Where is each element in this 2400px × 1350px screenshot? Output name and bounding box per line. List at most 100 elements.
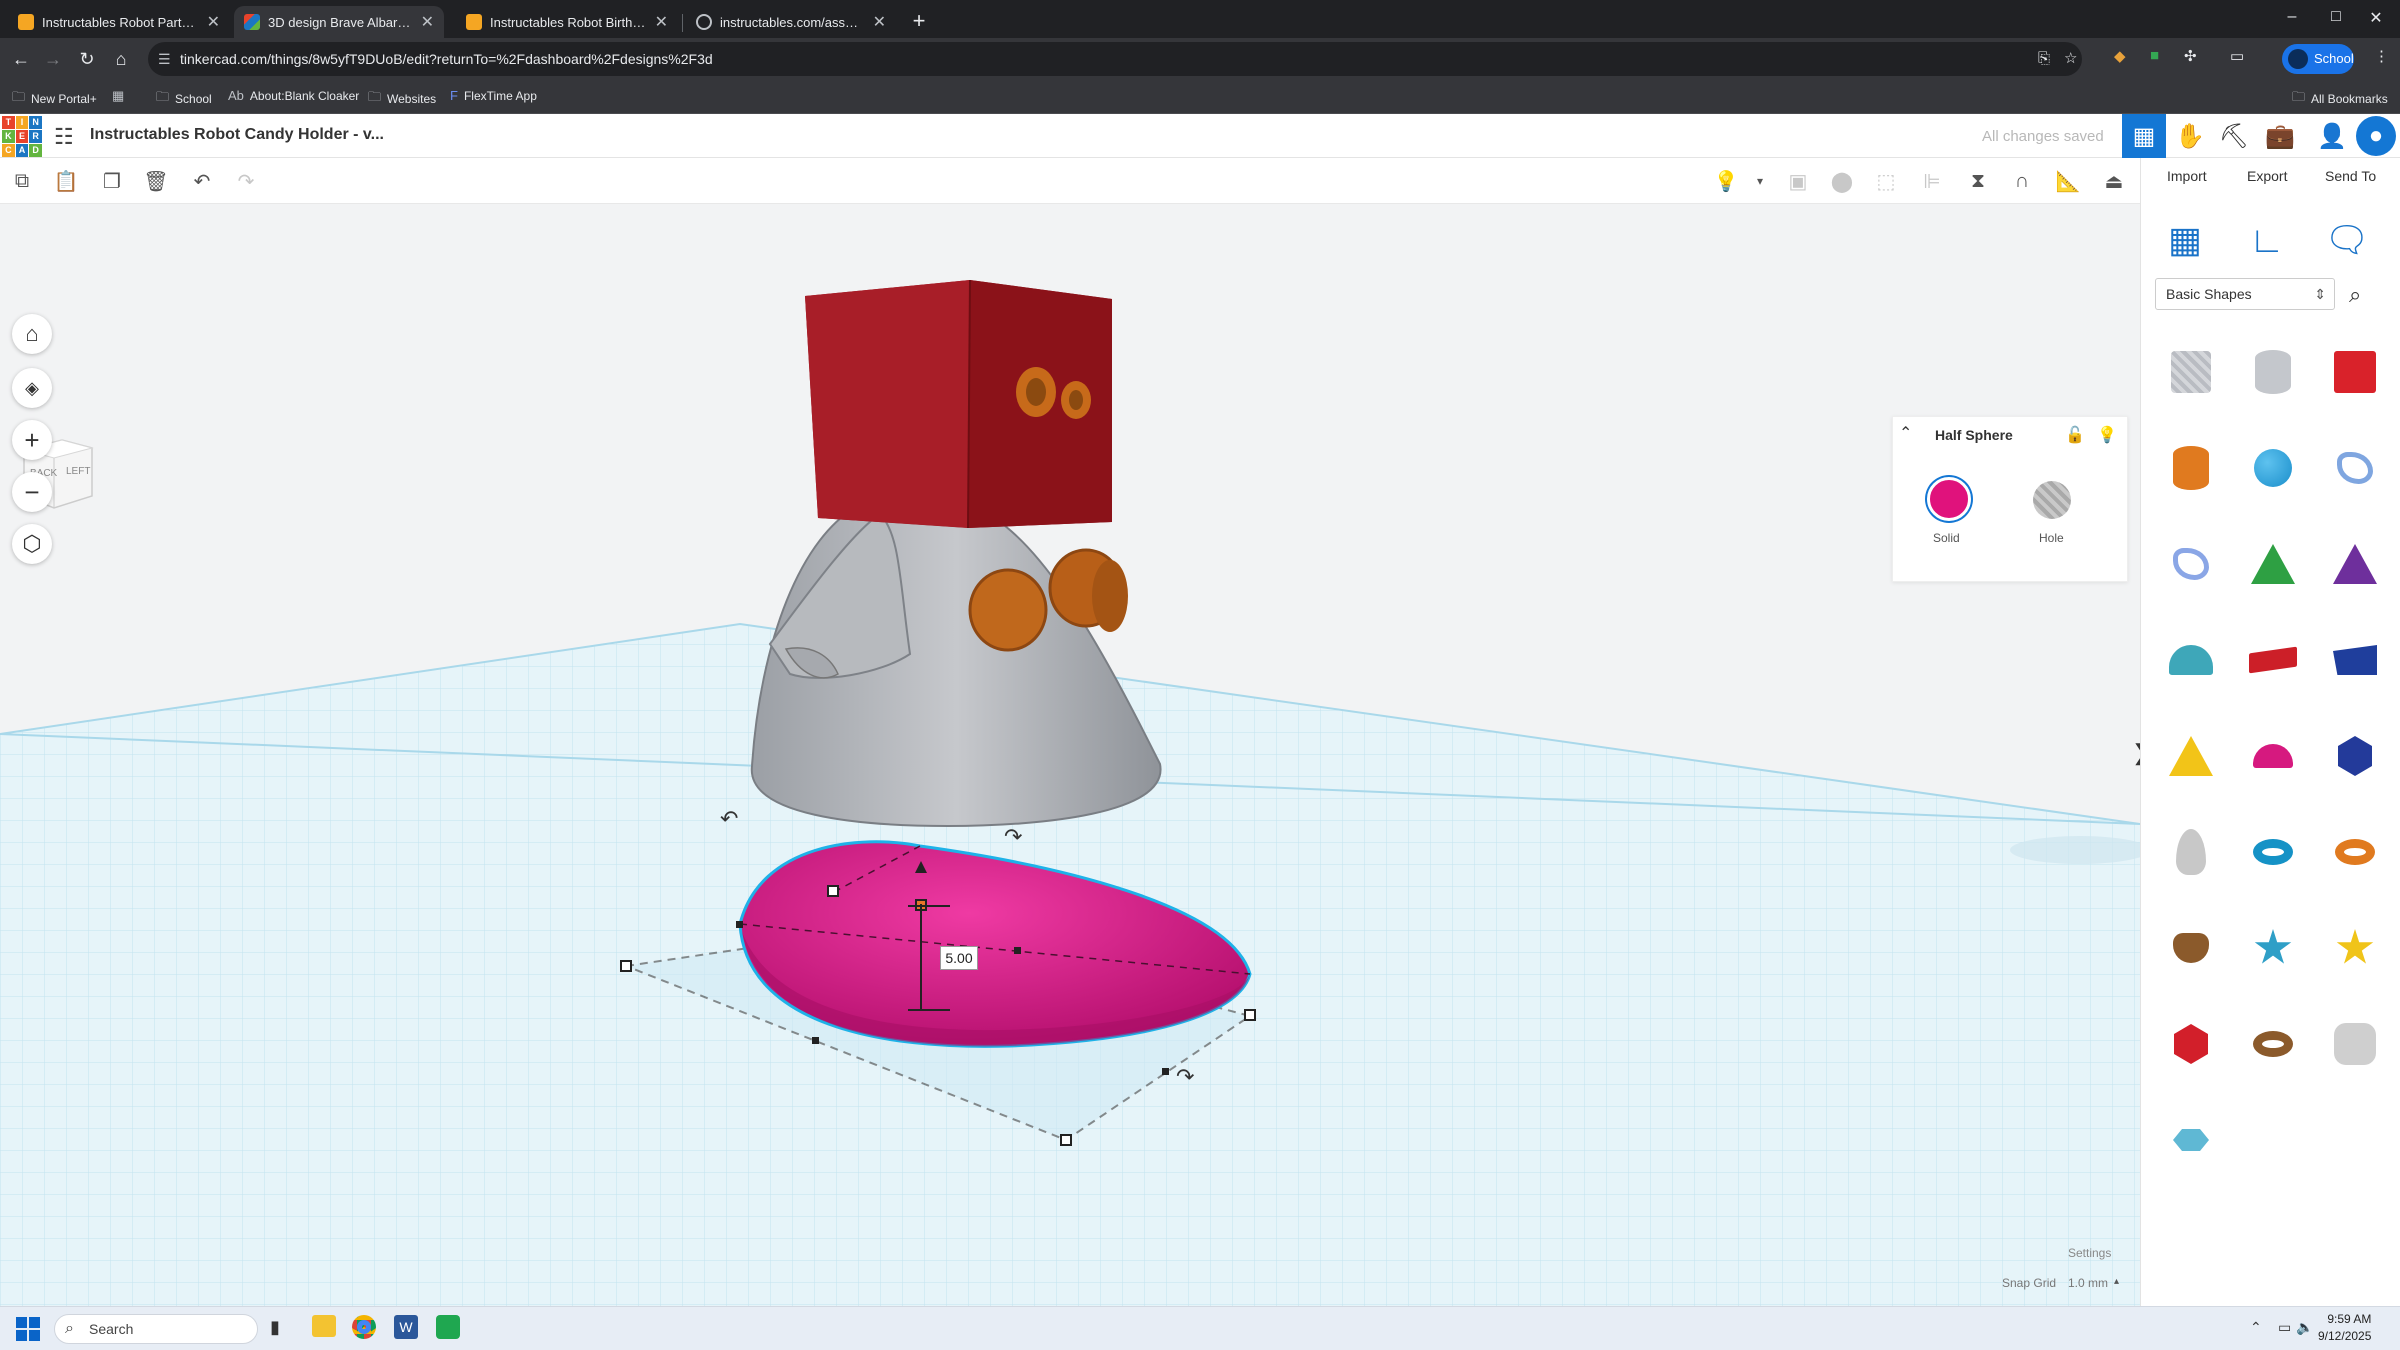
- windows-start-icon[interactable]: [16, 1317, 40, 1341]
- magnet-icon[interactable]: ∩: [2008, 167, 2036, 195]
- extension-icon[interactable]: ■: [2150, 47, 2159, 64]
- shape-wedge[interactable]: [2317, 616, 2393, 704]
- design-list-icon[interactable]: ☷: [54, 124, 74, 150]
- shape-paraboloid[interactable]: [2153, 808, 2229, 896]
- shape-star-yellow[interactable]: [2317, 904, 2393, 992]
- view-cube-left[interactable]: LEFT: [66, 466, 90, 477]
- browser-tab[interactable]: Instructables Robot Party Hat - ... ✕: [8, 6, 230, 38]
- shape-ring[interactable]: [2235, 1000, 2311, 1088]
- word-icon[interactable]: W: [394, 1315, 418, 1339]
- extension-icon[interactable]: ◆: [2114, 47, 2126, 65]
- pickaxe-icon[interactable]: ⛏: [2212, 114, 2256, 158]
- minimize-button[interactable]: –: [2272, 8, 2312, 26]
- install-app-icon[interactable]: ⎘: [2038, 42, 2050, 76]
- forward-arrow-icon[interactable]: →: [40, 46, 66, 72]
- shape-half-sphere[interactable]: [2235, 712, 2311, 800]
- export-button[interactable]: Export: [2247, 168, 2287, 184]
- close-tab-icon[interactable]: ✕: [655, 12, 668, 32]
- browser-tab[interactable]: instructables.com/assets/img/i... ✕: [686, 6, 896, 38]
- add-user-icon[interactable]: 👤: [2310, 114, 2354, 158]
- shape-category-select[interactable]: Basic Shapes ⇕: [2155, 278, 2335, 310]
- shape-cone[interactable]: [2317, 520, 2393, 608]
- shape-star[interactable]: [2235, 904, 2311, 992]
- group-icon[interactable]: ▣: [1784, 167, 1812, 195]
- bookmark-star-icon[interactable]: ☆: [2064, 42, 2077, 76]
- close-tab-icon[interactable]: ✕: [421, 12, 434, 32]
- network-icon[interactable]: ▭: [2278, 1319, 2291, 1336]
- shape-pyramid[interactable]: [2153, 712, 2229, 800]
- shape-box[interactable]: [2317, 328, 2393, 416]
- collapse-chevron-icon[interactable]: ⌃: [1899, 423, 1912, 443]
- home-view-icon[interactable]: ⌂: [12, 314, 52, 354]
- light-bulb-icon[interactable]: 💡: [2097, 425, 2117, 445]
- new-tab-button[interactable]: +: [905, 8, 933, 36]
- align-icon[interactable]: ⊫: [1918, 167, 1946, 195]
- close-tab-icon[interactable]: ✕: [207, 12, 220, 32]
- all-bookmarks[interactable]: 🗀 All Bookmarks: [2292, 88, 2388, 110]
- shape-sphere[interactable]: [2235, 424, 2311, 512]
- import-button[interactable]: Import: [2167, 168, 2207, 184]
- shape-icosahedron[interactable]: [2153, 1000, 2229, 1088]
- solid-color-swatch[interactable]: [1927, 477, 1971, 521]
- workplane-canvas[interactable]: ↶ ↷ ↷ 5.00 BACK LEFT ⌂ ◈ + − ⬡ ⌃ Half Sp…: [0, 204, 2140, 1306]
- snap-grid-value[interactable]: 1.0 mm: [2068, 1276, 2108, 1290]
- design-title[interactable]: Instructables Robot Candy Holder - v...: [90, 126, 384, 144]
- shape-round-box[interactable]: [2317, 1000, 2393, 1088]
- shape-cylinder-hole[interactable]: [2235, 328, 2311, 416]
- shape-scribble[interactable]: [2317, 424, 2393, 512]
- hand-wave-icon[interactable]: ✋: [2168, 114, 2212, 158]
- chrome-icon[interactable]: [352, 1315, 376, 1339]
- notes-panel-icon[interactable]: 🗨: [2317, 210, 2377, 270]
- zoom-out-icon[interactable]: −: [12, 472, 52, 512]
- bookmark-new-portal[interactable]: 🗀 New Portal+: [12, 88, 97, 110]
- bookmark-about-blank[interactable]: Ab About:Blank Cloaker: [228, 88, 359, 103]
- clock[interactable]: 9:59 AM 9/12/2025: [2318, 1311, 2371, 1345]
- ungroup-icon[interactable]: ⬤: [1828, 167, 1856, 195]
- shape-graphic[interactable]: [2153, 520, 2229, 608]
- bookmark-flextime[interactable]: F FlexTime App: [450, 88, 537, 103]
- bookmark-apps[interactable]: ▦: [112, 88, 124, 104]
- shape-heart[interactable]: [2153, 904, 2229, 992]
- shape-hexagon-prism[interactable]: [2153, 1096, 2229, 1184]
- settings-link[interactable]: Settings: [2068, 1246, 2111, 1260]
- shape-box-hole[interactable]: [2153, 328, 2229, 416]
- profile-button[interactable]: School: [2282, 44, 2354, 74]
- dropdown-arrow-icon[interactable]: ▾: [1746, 167, 1774, 195]
- file-explorer-icon[interactable]: [312, 1315, 336, 1337]
- ruler-icon[interactable]: 📐: [2054, 167, 2082, 195]
- volume-icon[interactable]: 🔈: [2296, 1319, 2313, 1336]
- profile-avatar-icon[interactable]: ●: [2356, 116, 2396, 156]
- grid-view-icon[interactable]: ▦: [2122, 114, 2166, 158]
- shape-text[interactable]: [2235, 616, 2311, 704]
- menu-kebab-icon[interactable]: ⋮: [2374, 47, 2389, 65]
- grid-panel-icon[interactable]: ▦: [2155, 210, 2215, 270]
- tinkercad-logo[interactable]: T I N K E R C A D: [2, 116, 42, 157]
- bookmark-websites[interactable]: 🗀 Websites: [368, 88, 436, 110]
- bookmark-school[interactable]: 🗀 School: [156, 88, 212, 110]
- address-bar[interactable]: ☰ tinkercad.com/things/8w5yfT9DUoB/edit?…: [148, 42, 2082, 76]
- close-tab-icon[interactable]: ✕: [873, 12, 886, 32]
- app-icon[interactable]: [436, 1315, 460, 1339]
- snap-grid-arrow-icon[interactable]: ▴: [2114, 1276, 2119, 1287]
- dimension-label[interactable]: 5.00: [940, 946, 978, 970]
- undo-icon[interactable]: ↶: [188, 167, 216, 195]
- zoom-in-icon[interactable]: +: [12, 420, 52, 460]
- ruler-panel-icon[interactable]: ∟: [2237, 210, 2297, 270]
- perspective-icon[interactable]: ⬡: [12, 524, 52, 564]
- shape-tube[interactable]: [2317, 808, 2393, 896]
- delete-icon[interactable]: 🗑: [142, 167, 170, 195]
- back-arrow-icon[interactable]: ←: [8, 46, 34, 72]
- site-info-icon[interactable]: ☰: [158, 42, 171, 76]
- close-window-button[interactable]: ✕: [2356, 8, 2396, 28]
- workplane-icon[interactable]: ⏏: [2100, 167, 2128, 195]
- reload-icon[interactable]: ↻: [74, 46, 100, 72]
- briefcase-icon[interactable]: 💼: [2258, 114, 2302, 158]
- duplicate-icon[interactable]: ❐: [98, 167, 126, 195]
- cut-icon[interactable]: ⬚: [1872, 167, 1900, 195]
- shape-polygon[interactable]: [2317, 712, 2393, 800]
- redo-icon[interactable]: ↷: [232, 167, 260, 195]
- shape-torus[interactable]: [2235, 808, 2311, 896]
- side-panel-icon[interactable]: ▭: [2230, 47, 2244, 65]
- extensions-puzzle-icon[interactable]: ✣: [2184, 47, 2197, 65]
- browser-tab-active[interactable]: 3D design Brave Albar-Trug - Ti... ✕: [234, 6, 444, 38]
